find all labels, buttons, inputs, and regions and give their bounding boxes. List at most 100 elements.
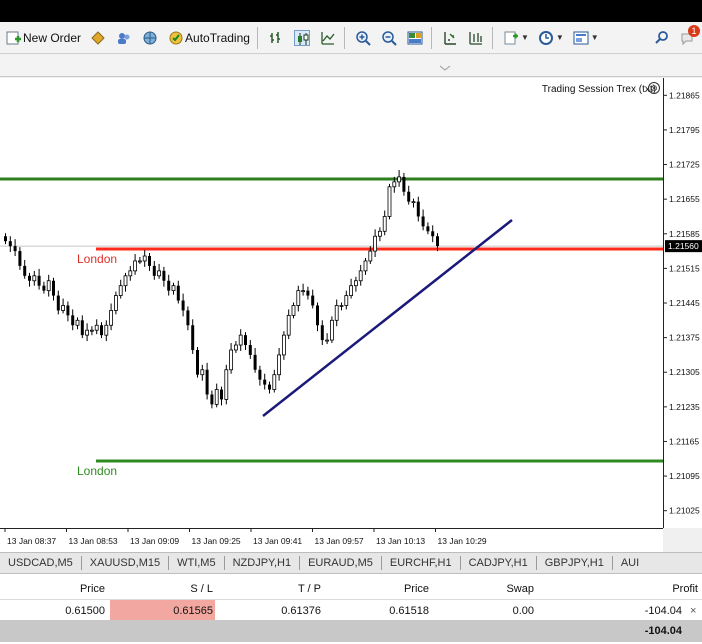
close-indicator-icon[interactable]: ⊗ [648, 82, 660, 94]
candle-body [80, 320, 84, 336]
chart-tab[interactable]: USDCAD,M5 [0, 556, 82, 570]
candle-body [109, 310, 113, 326]
chevron-down-icon: ▼ [590, 33, 599, 42]
candle-body [387, 186, 392, 217]
chart-tab[interactable]: CADJPY,H1 [461, 556, 537, 570]
chart-shift-button[interactable] [464, 25, 488, 51]
candle-body [238, 334, 243, 346]
current-price-label: 1.21560 [668, 241, 699, 251]
current-price-cell: 0.61518 [389, 605, 429, 617]
close-order-icon[interactable]: × [690, 600, 696, 622]
auto-scroll-button[interactable] [438, 25, 462, 51]
tile-windows-button[interactable] [403, 25, 427, 51]
zoom-out-button[interactable] [377, 25, 401, 51]
price-scale-canvas: 1.21865 1.21795 1.21725 1.21655 1.21585 1.215… [664, 90, 702, 516]
auto-scroll-icon [441, 29, 459, 47]
line-chart-button[interactable] [316, 25, 340, 51]
candle-body [311, 295, 315, 306]
candle-body [18, 251, 22, 266]
candle-body [162, 270, 166, 281]
time-tick-label: 13 Jan 09:57 [315, 536, 364, 546]
candle-body [253, 354, 257, 370]
search-button[interactable] [650, 25, 674, 51]
candle-body [123, 275, 128, 287]
tile-windows-icon [406, 29, 424, 47]
autotrading-button[interactable]: AutoTrading [164, 25, 253, 51]
candlestick-button[interactable] [290, 25, 314, 51]
price-tick-label: 1.21165 [669, 436, 699, 446]
chart-tab[interactable]: GBPJPY,H1 [537, 556, 613, 570]
time-axis[interactable]: 13 Jan 08:37 13 Jan 08:53 13 Jan 09:09 13 J… [0, 528, 663, 552]
table-row[interactable]: 0.61500 0.61565 0.61376 0.61518 0.00 -10… [0, 600, 702, 622]
chart-tabs-bar: USDCAD,M5 XAUUSD,M15 WTI,M5 NZDJPY,H1 EU… [0, 552, 702, 574]
collapse-handle-icon[interactable] [438, 65, 452, 71]
candle-body [258, 369, 262, 380]
toolbar-separator [491, 26, 493, 49]
candle-body [344, 295, 349, 306]
bar-chart-button[interactable] [264, 25, 288, 51]
chart-shift-icon [467, 29, 485, 47]
indicators-button[interactable]: ▼ [499, 25, 532, 51]
candle-body [329, 319, 334, 341]
notifications-button[interactable]: 1 [676, 24, 700, 51]
candle-body [94, 324, 99, 331]
zoom-in-button[interactable] [351, 25, 375, 51]
chart-tab[interactable]: WTI,M5 [169, 556, 225, 570]
chart-tab[interactable]: EURCHF,H1 [382, 556, 461, 570]
price-tick-label: 1.21375 [669, 333, 700, 343]
candle-body [210, 394, 214, 405]
candle-body [85, 329, 89, 336]
candle-body [339, 305, 344, 307]
session-label-lower: London [77, 464, 117, 478]
main-toolbar: New Order AutoTrading ▼ ▼ ▼ 1 [0, 22, 702, 54]
time-tick-label: 13 Jan 08:37 [7, 536, 56, 546]
candle-body [421, 216, 425, 227]
candle-body [56, 295, 60, 311]
market-watch-button[interactable] [112, 25, 136, 51]
new-order-button[interactable]: New Order [2, 25, 84, 51]
candle-body [148, 256, 151, 266]
candle-body [373, 235, 378, 252]
price-tick-label: 1.21445 [669, 298, 700, 308]
candle-body [411, 201, 416, 204]
time-tick-label: 13 Jan 09:25 [192, 536, 241, 546]
candle-body [296, 290, 301, 306]
col-profit[interactable]: Profit [540, 578, 698, 600]
candle-body [426, 226, 430, 232]
total-row: -104.04 [0, 620, 702, 642]
candle-body [191, 325, 195, 350]
periods-button[interactable]: ▼ [534, 25, 567, 51]
candle-body [167, 280, 171, 291]
candle-body [32, 275, 37, 282]
price-tick-label: 1.21235 [669, 402, 700, 412]
price-tick-label: 1.21655 [669, 194, 700, 204]
experts-button[interactable] [86, 25, 110, 51]
candle-body [229, 349, 234, 371]
chart-tab[interactable]: AUI [613, 556, 647, 570]
profit-cell: -104.04 [644, 605, 682, 617]
price-chart[interactable]: London London Trading Session Trex (txt)… [0, 78, 702, 528]
chevron-down-icon: ▼ [555, 33, 564, 42]
col-sl[interactable]: S / L [110, 578, 213, 600]
candle-body [382, 216, 387, 232]
toolbar-separator [430, 26, 432, 49]
col-price[interactable]: Price [0, 578, 105, 600]
candle-body [268, 384, 271, 390]
time-tick-label: 13 Jan 10:29 [438, 536, 487, 546]
candle-body [224, 369, 229, 400]
chart-tab[interactable]: XAUUSD,M15 [82, 556, 170, 570]
col-tp[interactable]: T / P [218, 578, 321, 600]
candle-body [248, 345, 252, 355]
price-scale[interactable]: 1.21865 1.21795 1.21725 1.21655 1.21585 1.215… [663, 78, 702, 528]
col-price-current[interactable]: Price [326, 578, 429, 600]
candle-body [42, 285, 46, 291]
candle-body [61, 305, 65, 311]
col-swap[interactable]: Swap [434, 578, 534, 600]
trade-terminal: Price S / L T / P Price Swap Profit 0.61… [0, 574, 702, 644]
chart-tab[interactable]: NZDJPY,H1 [225, 556, 301, 570]
signals-button[interactable] [138, 25, 162, 51]
chart-tab[interactable]: EURAUD,M5 [300, 556, 382, 570]
template-icon [572, 29, 590, 47]
templates-button[interactable]: ▼ [569, 25, 602, 51]
candle-body [75, 319, 80, 326]
